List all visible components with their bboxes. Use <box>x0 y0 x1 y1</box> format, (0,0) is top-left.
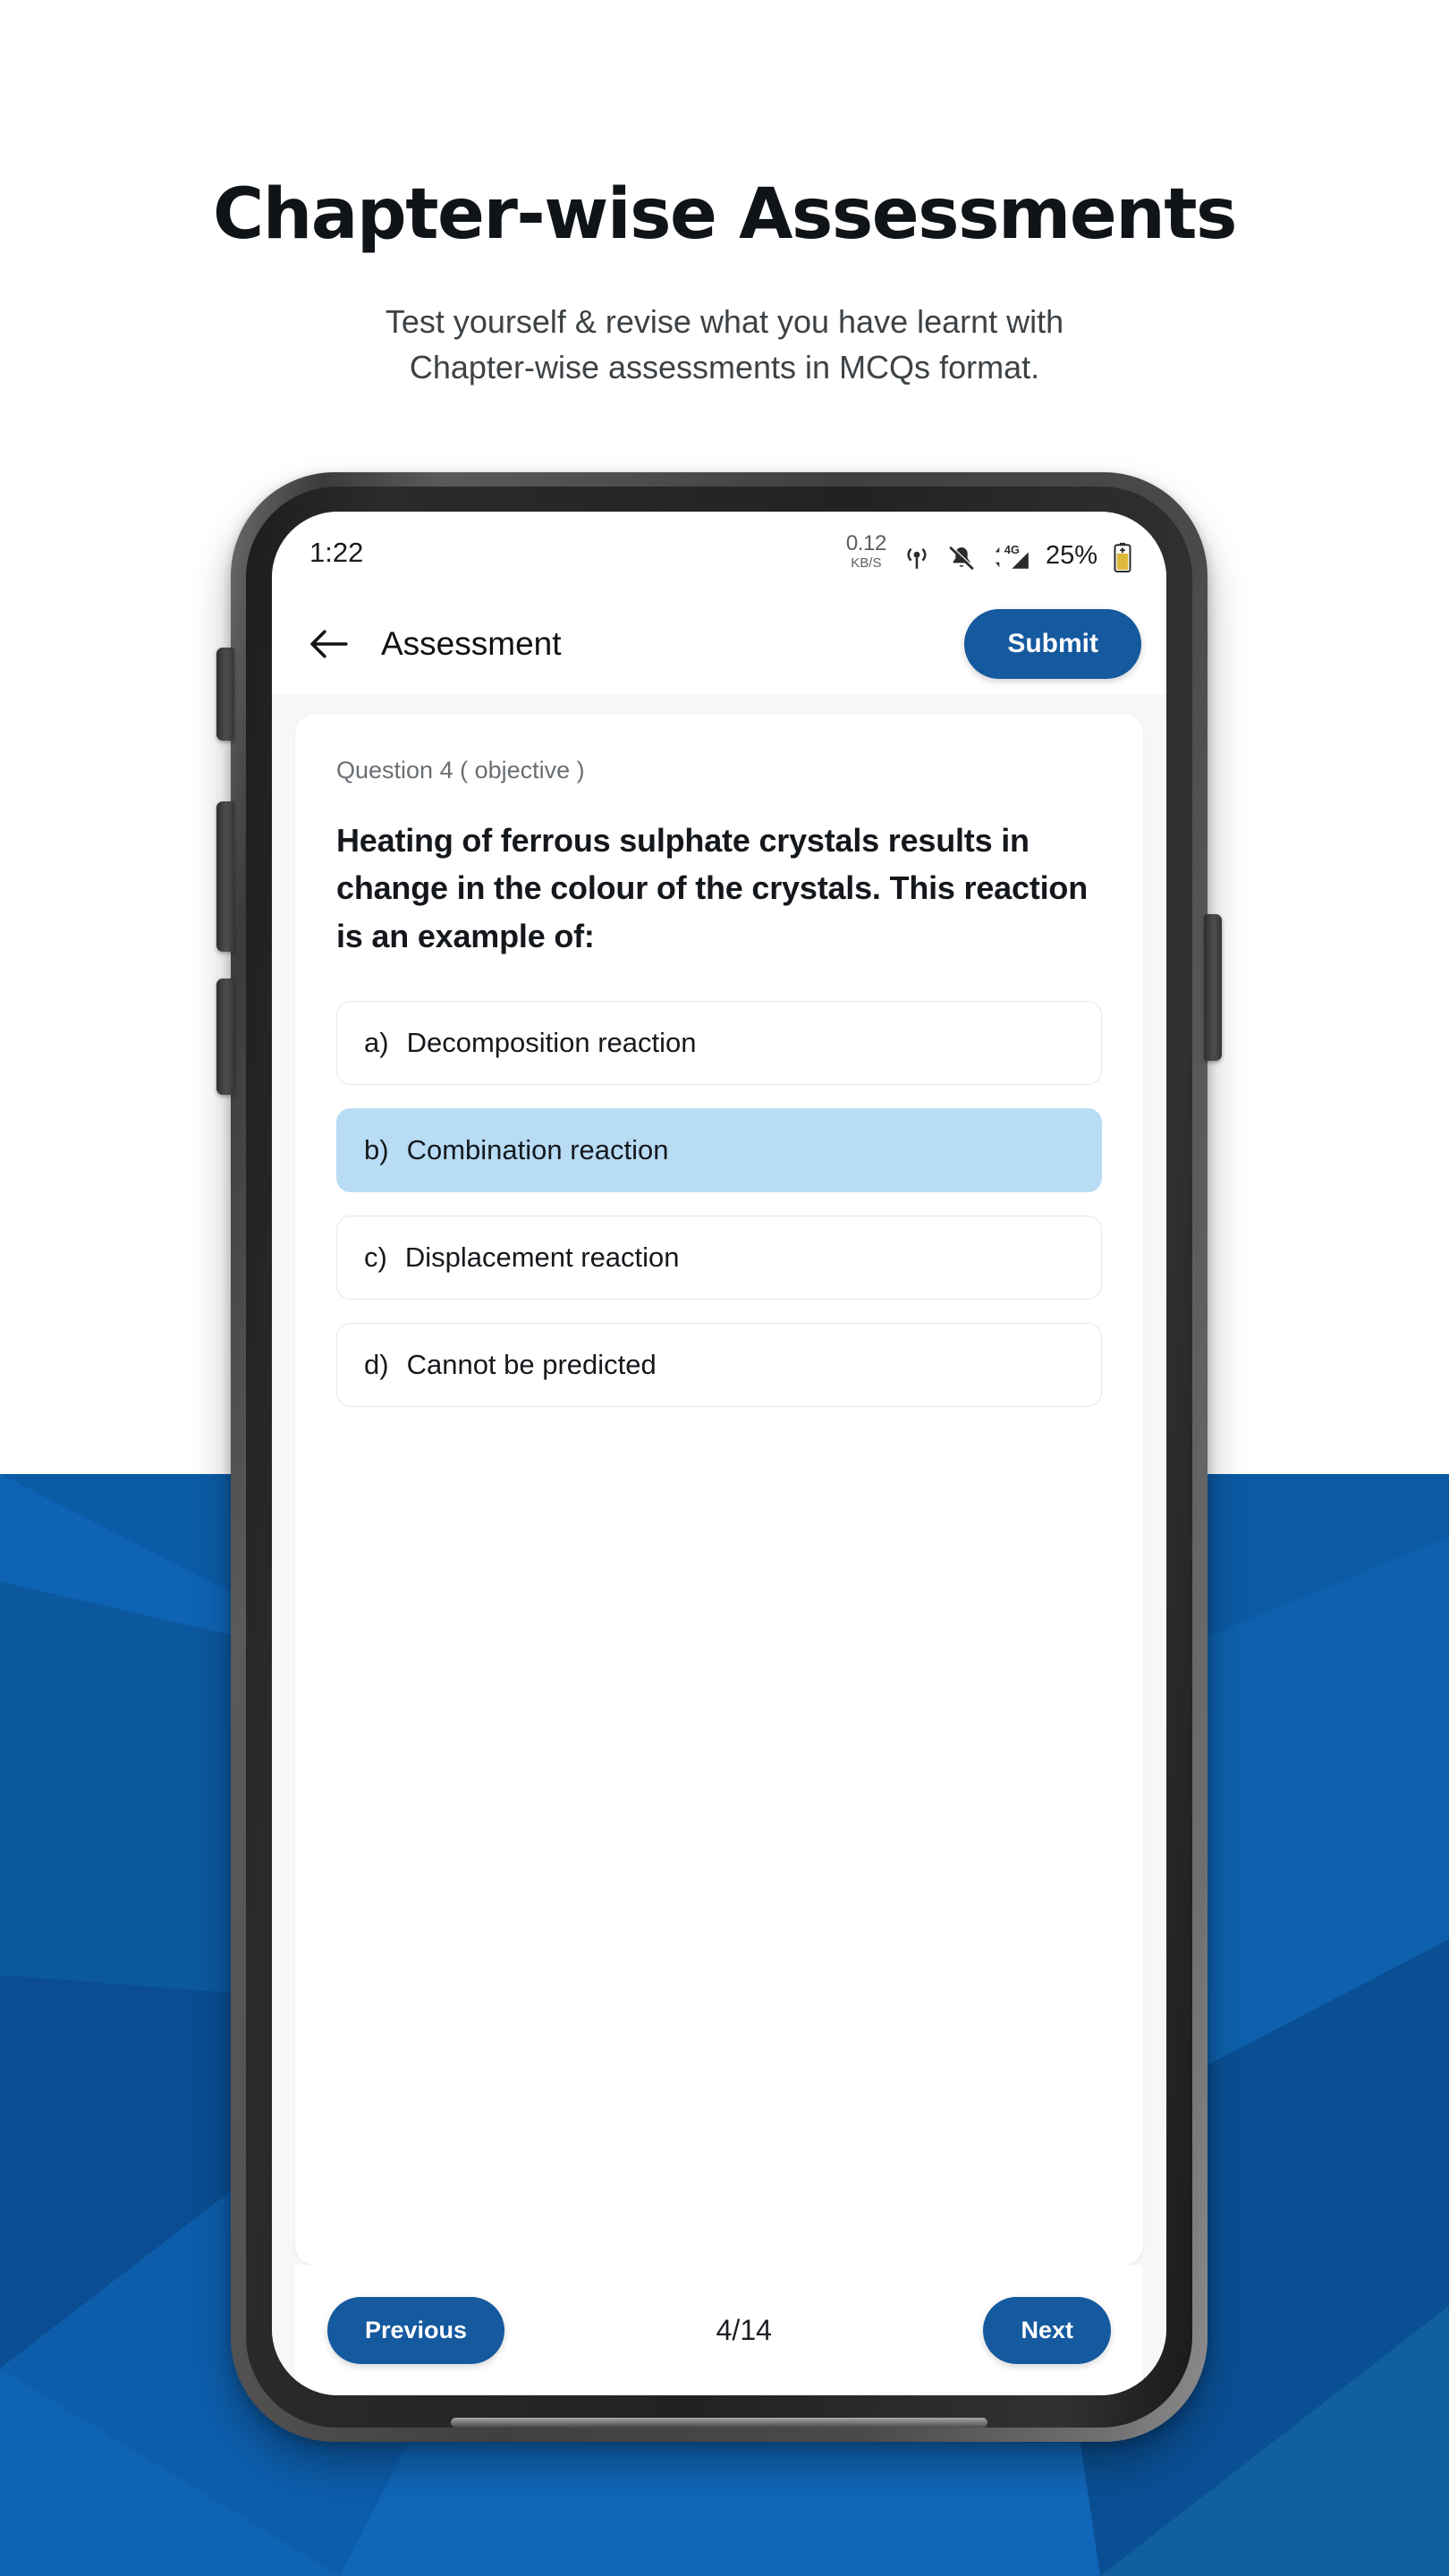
network-speed-indicator: 0.12 KB/S <box>845 531 887 572</box>
phone-button-volume-up[interactable] <box>216 801 234 952</box>
question-text: Heating of ferrous sulphate crystals res… <box>336 822 1088 954</box>
option-a-key: a) <box>364 1026 389 1058</box>
option-b-key: b) <box>364 1133 389 1165</box>
option-d[interactable]: d) Cannot be predicted <box>336 1322 1102 1407</box>
option-b[interactable]: b) Combination reaction <box>336 1107 1102 1192</box>
option-c-key: c) <box>364 1241 387 1273</box>
headline-block: Chapter-wise Assessments Test yourself &… <box>0 0 1449 390</box>
battery-icon <box>1114 542 1131 572</box>
assessment-content: Question 4 ( objective ) Heating of ferr… <box>272 694 1166 2395</box>
question-card: Question 4 ( objective ) Heating of ferr… <box>295 714 1143 2265</box>
app-bar: Assessment Submit <box>272 594 1166 694</box>
next-button[interactable]: Next <box>983 2296 1111 2364</box>
option-d-key: d) <box>364 1348 389 1380</box>
option-c-label: Displacement reaction <box>404 1241 680 1273</box>
option-a[interactable]: a) Decomposition reaction <box>336 1000 1102 1085</box>
question-meta-label: Question 4 ( objective ) <box>336 757 585 784</box>
status-bar: 1:22 0.12 KB/S 4G 25% <box>272 512 1166 594</box>
network-speed-value: 0.12 <box>845 531 887 555</box>
option-c[interactable]: c) Displacement reaction <box>336 1215 1102 1300</box>
bottom-navigation: Previous 4/14 Next <box>295 2265 1143 2395</box>
phone-button-volume-down[interactable] <box>216 979 234 1095</box>
phone-mockup: 1:22 0.12 KB/S 4G 25% Assessment Submit … <box>216 472 1222 2442</box>
status-bar-time: 1:22 <box>309 537 364 568</box>
phone-speaker-slot <box>451 2418 987 2428</box>
option-b-label: Combination reaction <box>406 1133 669 1165</box>
app-bar-title: Assessment <box>381 625 562 662</box>
submit-button[interactable]: Submit <box>964 609 1141 679</box>
phone-button-power[interactable] <box>1204 914 1222 1061</box>
network-speed-unit: KB/S <box>851 555 882 571</box>
svg-text:4G: 4G <box>1004 543 1020 556</box>
page-indicator: 4/14 <box>716 2313 772 2346</box>
signal-4g-icon: 4G <box>995 543 1029 569</box>
previous-button[interactable]: Previous <box>327 2296 505 2364</box>
bell-muted-icon <box>949 546 975 570</box>
option-a-label: Decomposition reaction <box>406 1026 697 1058</box>
back-button[interactable] <box>302 617 356 671</box>
battery-percent-label: 25% <box>1045 541 1097 570</box>
phone-button-silent-switch[interactable] <box>216 648 234 741</box>
option-d-label: Cannot be predicted <box>406 1348 657 1380</box>
location-icon <box>907 547 927 569</box>
phone-screen: 1:22 0.12 KB/S 4G 25% Assessment Submit … <box>272 512 1166 2395</box>
page-title: Chapter-wise Assessments <box>213 174 1237 255</box>
status-bar-icons: 0.12 KB/S 4G 25% <box>846 533 1132 572</box>
page-subtitle: Test yourself & revise what you have lea… <box>0 299 1449 390</box>
page-subtitle-line-2: Chapter-wise assessments in MCQs format. <box>409 349 1040 386</box>
page-subtitle-line-1: Test yourself & revise what you have lea… <box>385 302 1064 340</box>
arrow-left-icon <box>310 630 348 658</box>
